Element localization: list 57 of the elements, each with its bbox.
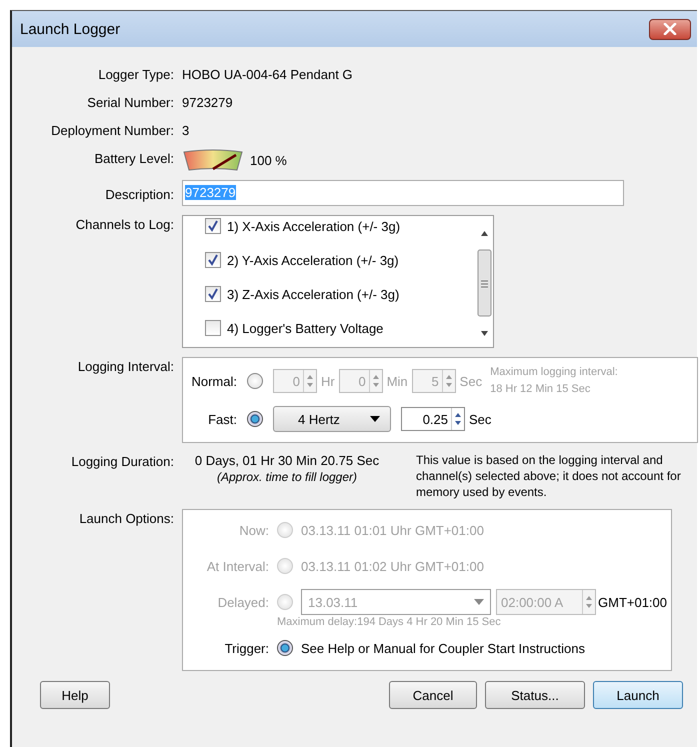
interval-note: Maximum logging interval: [490, 365, 618, 380]
radio-button[interactable] [247, 411, 263, 427]
option-value: 03.13.11 01:02 Uhr GMT+01:00 [301, 558, 484, 574]
gauge-icon [182, 149, 244, 171]
option-label: Fast: [207, 412, 237, 426]
close-icon [663, 23, 677, 35]
caret-icon [370, 416, 380, 422]
field-label: Serial Number: [86, 94, 174, 112]
option-label: Now: [238, 522, 269, 538]
field-value: 3 [182, 122, 190, 140]
rate-dropdown[interactable]: 4 Hertz [273, 406, 391, 432]
option-label: Trigger: [224, 640, 269, 656]
option-value: 03.13.11 01:01 Uhr GMT+01:00 [301, 522, 484, 538]
field-label: Battery Level: [94, 150, 174, 168]
window-title: Launch Logger [20, 20, 120, 38]
unit-label: Sec [460, 374, 482, 388]
duration-note: This value is based on the logging interval and channel(s) selected above; it does not account for memory used by events. [416, 452, 682, 500]
field-label: Deployment Number: [50, 122, 174, 140]
timezone-label: GMT+01:00 [598, 594, 668, 610]
option-label: At Interval: [206, 558, 269, 574]
close-button[interactable] [649, 18, 691, 40]
dialog-button[interactable]: Launch [593, 681, 683, 709]
channel-label: 2) Y-Axis Acceleration (+/- 3g) [227, 252, 399, 268]
field-value: HOBO UA-004-64 Pendant G [182, 66, 354, 84]
checkbox[interactable] [205, 286, 221, 302]
option-label: Delayed: [216, 594, 269, 610]
field-label: Logger Type: [97, 66, 174, 84]
field-label: Channels to Log: [74, 216, 174, 234]
checkbox[interactable] [205, 252, 221, 268]
channel-label: 4) Logger's Battery Voltage [227, 320, 384, 336]
field-label: Logging Duration: [70, 453, 174, 471]
battery-reading: 100 % [250, 152, 287, 170]
delay-note: Maximum delay:194 Days 4 Hr 20 Min 15 Sec [276, 615, 502, 630]
duration-value: 0 Days, 01 Hr 30 Min 20.75 Sec [194, 452, 380, 469]
option-value: See Help or Manual for Coupler Start Instructions [301, 640, 585, 656]
radio-button[interactable] [277, 640, 293, 656]
option-label: Normal: [190, 374, 237, 388]
unit-label: Min [386, 374, 408, 388]
dialog-button[interactable]: Cancel [389, 681, 477, 709]
unit-label: Hr [321, 374, 335, 388]
channel-label: 1) X-Axis Acceleration (+/- 3g) [227, 218, 400, 234]
interval-note: 18 Hr 12 Min 15 Sec [490, 382, 592, 397]
checkbox[interactable] [205, 320, 221, 336]
channel-list[interactable]: 1) X-Axis Acceleration (+/- 3g) 2) Y-Axis Acceleration (+/- 3g) 3) Z-Axis Acceleration (+/- 3g) 4) Logger's Battery Voltage [182, 215, 494, 348]
field-value: 9723279 [182, 94, 234, 112]
channel-label: 3) Z-Axis Acceleration (+/- 3g) [227, 286, 400, 302]
dialog-button[interactable]: Help [40, 681, 110, 709]
spin-field[interactable]: 0.25 [401, 407, 465, 431]
field-label: Description: [104, 186, 174, 204]
field-label: Launch Options: [78, 510, 174, 528]
field-label: Logging Interval: [76, 358, 174, 376]
duration-hint: (Approx. time to fill logger) [216, 469, 358, 486]
unit-label: Sec [469, 412, 492, 426]
checkbox[interactable] [205, 218, 221, 234]
radio-button[interactable] [247, 373, 263, 389]
dialog-button[interactable]: Status... [485, 681, 585, 709]
caret-icon [474, 599, 484, 605]
